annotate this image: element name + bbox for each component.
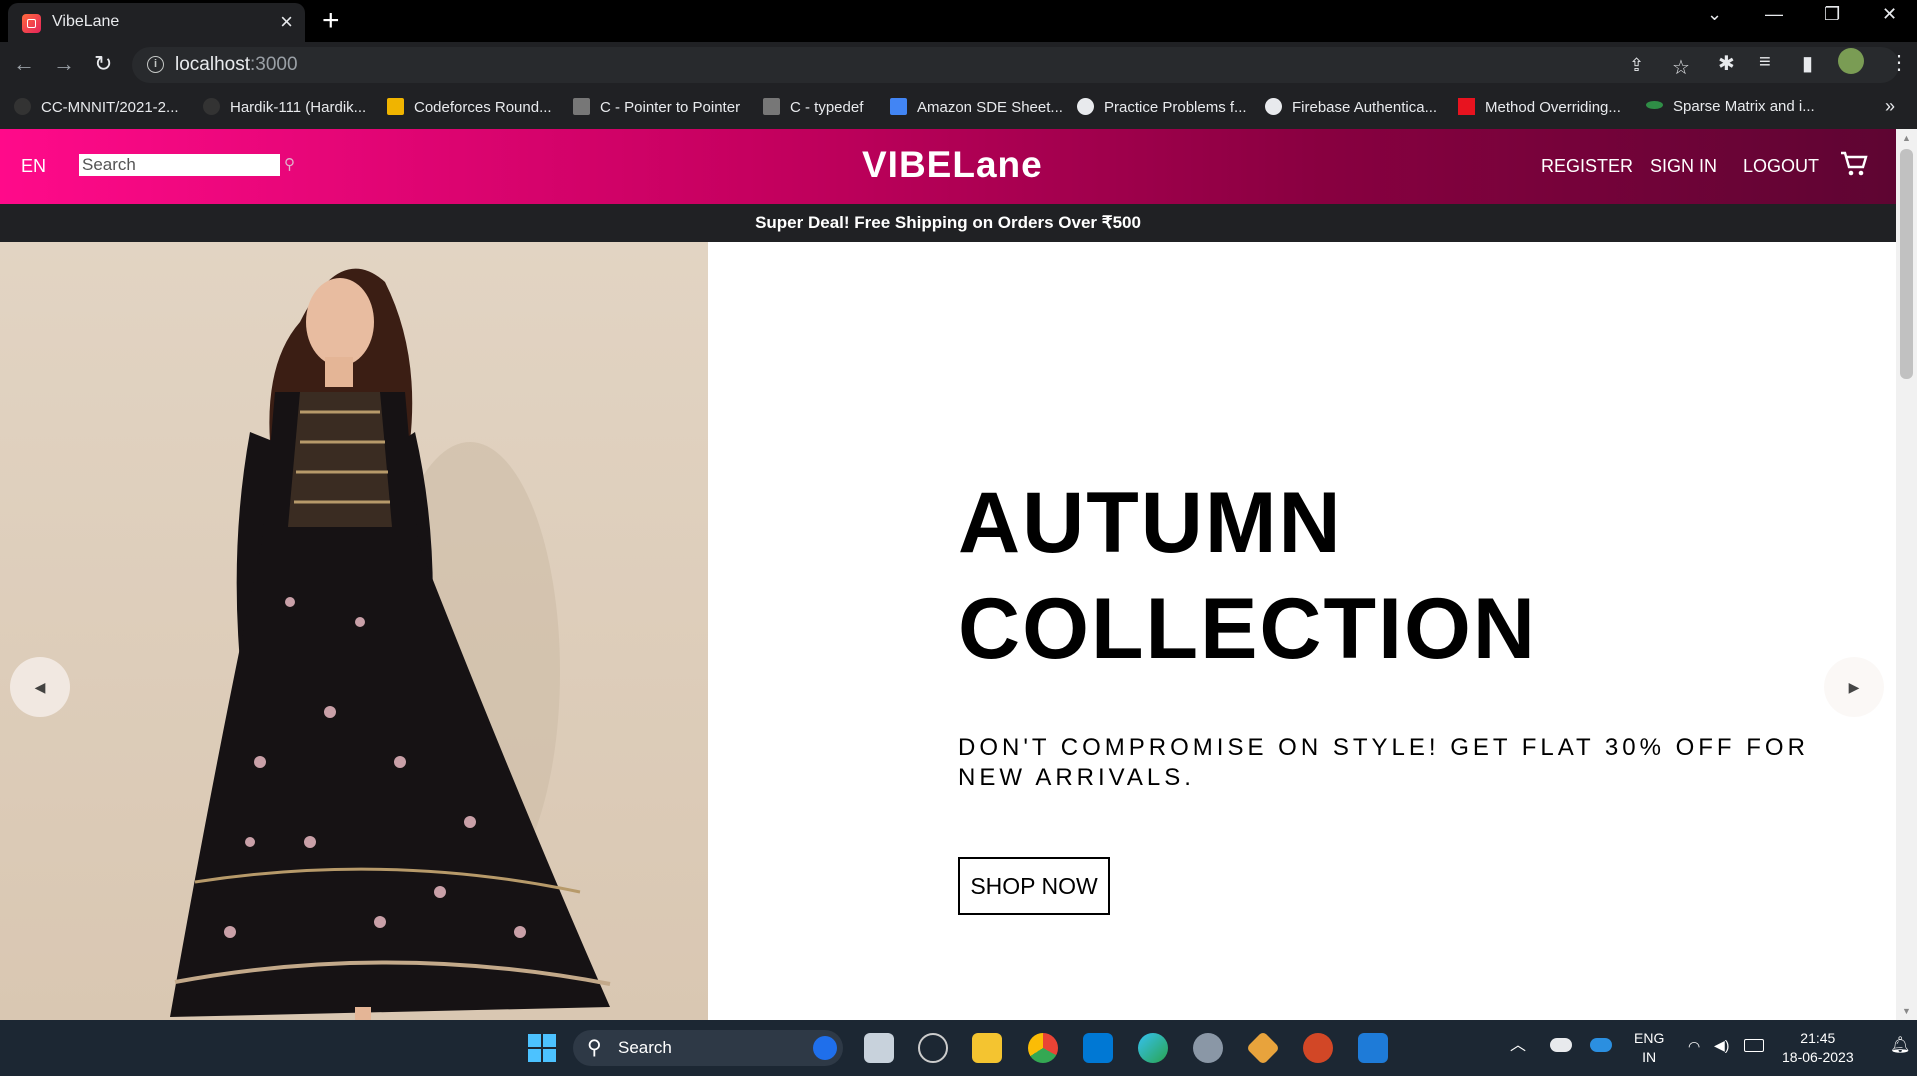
tab-title: VibeLane <box>52 13 120 30</box>
close-tab-icon[interactable]: × <box>280 9 293 35</box>
bookmark-item[interactable]: Sparse Matrix and i... <box>1646 98 1815 115</box>
search-icon: ⚲ <box>587 1037 602 1059</box>
tab-search-chevron-icon[interactable]: ⌄ <box>1707 4 1722 25</box>
page-scrollbar[interactable]: ▲ ▼ <box>1896 129 1917 1020</box>
bookmark-item[interactable]: Practice Problems f... <box>1077 98 1247 116</box>
scroll-down-icon[interactable]: ▼ <box>1902 1006 1911 1016</box>
address-bar[interactable]: i localhost:3000 ⇪ ☆ <box>132 47 1899 83</box>
new-tab-button[interactable]: + <box>322 3 340 39</box>
bookmark-item[interactable]: CC-MNNIT/2021-2... <box>14 98 179 116</box>
onedrive-icon[interactable] <box>1590 1038 1612 1052</box>
close-window-button[interactable]: ✕ <box>1882 4 1897 25</box>
shop-now-button[interactable]: SHOP NOW <box>958 857 1110 915</box>
bookmark-item[interactable]: Amazon SDE Sheet... <box>890 98 1063 116</box>
hero-title: AUTUMN COLLECTION <box>958 470 1537 682</box>
extensions-icon[interactable]: ✱ <box>1718 51 1735 76</box>
scroll-up-icon[interactable]: ▲ <box>1902 133 1911 143</box>
search-icon[interactable]: ⚲ <box>284 155 295 173</box>
tutorial-site-icon <box>763 98 780 115</box>
shopping-cart-icon[interactable] <box>1840 151 1868 182</box>
windows-start-icon[interactable] <box>527 1033 557 1063</box>
windows-taskbar: ⚲ Search ︿ ENG IN ◠ ◀) 21:45 18-06-2023 🔔︎ <box>0 1020 1917 1076</box>
triangle-logo-icon <box>1458 98 1475 115</box>
site-info-icon[interactable]: i <box>147 56 164 73</box>
vibelane-favicon-icon <box>22 14 41 33</box>
bookmark-item[interactable]: Firebase Authentica... <box>1265 98 1437 116</box>
bookmarks-overflow-icon[interactable]: » <box>1885 96 1895 117</box>
task-view-icon[interactable] <box>864 1033 894 1063</box>
file-explorer-icon[interactable] <box>972 1033 1002 1063</box>
settings-icon[interactable] <box>1193 1033 1223 1063</box>
codeforces-icon <box>387 98 404 115</box>
edge-icon[interactable] <box>1138 1033 1168 1063</box>
hero-title-line2: COLLECTION <box>958 581 1537 677</box>
language-label: EN <box>21 156 47 176</box>
bookmark-item[interactable]: Codeforces Round... <box>387 98 552 116</box>
profile-avatar[interactable] <box>1838 48 1864 74</box>
hero-product-image <box>0 242 708 1020</box>
bing-icon[interactable] <box>813 1036 837 1060</box>
sign-in-link[interactable]: SIGN IN <box>1650 156 1717 177</box>
announcement-bar: Super Deal! Free Shipping on Orders Over… <box>0 204 1896 242</box>
browser-tab-strip: VibeLane × + ⌄ — ❐ ✕ <box>0 0 1917 42</box>
git-icon[interactable] <box>1246 1031 1280 1065</box>
browser-menu-icon[interactable]: ⋮ <box>1889 50 1909 75</box>
caret-right-icon: ▶ <box>1848 678 1860 695</box>
globe-icon <box>1265 98 1282 115</box>
google-docs-icon <box>890 98 907 115</box>
caret-left-icon: ◀ <box>34 678 46 695</box>
hero-description: DON'T COMPROMISE ON STYLE! GET FLAT 30% … <box>958 734 1809 791</box>
vscode-icon[interactable] <box>1083 1033 1113 1063</box>
taskbar-search-label: Search <box>618 1038 672 1057</box>
obs-icon[interactable] <box>918 1033 948 1063</box>
hero-slider: ◀ ▶ AUTUMN COLLECTION DON'T COMPROMISE O… <box>0 242 1896 1020</box>
reading-list-icon[interactable]: ≡ <box>1759 51 1771 74</box>
tray-chevron-up-icon[interactable]: ︿ <box>1510 1036 1526 1055</box>
site-logo[interactable]: VIBELane <box>862 144 1043 186</box>
search-input[interactable] <box>79 154 280 176</box>
slider-prev-button[interactable]: ◀ <box>10 657 70 717</box>
battery-icon[interactable] <box>1744 1039 1764 1052</box>
notification-bell-icon[interactable]: 🔔︎ <box>1890 1036 1910 1055</box>
url-text: localhost:3000 <box>175 54 298 75</box>
github-icon <box>203 98 220 115</box>
reload-button[interactable]: ↻ <box>94 51 112 77</box>
bookmark-item[interactable]: Method Overriding... <box>1458 98 1621 116</box>
powerpoint-icon[interactable] <box>1303 1033 1333 1063</box>
volume-icon[interactable]: ◀) <box>1714 1036 1729 1055</box>
site-header: EN ⚲ VIBELane REGISTER SIGN IN LOGOUT <box>0 129 1896 204</box>
forward-button[interactable]: → <box>53 51 75 77</box>
whiteboard-icon[interactable] <box>1358 1033 1388 1063</box>
register-link[interactable]: REGISTER <box>1541 156 1633 177</box>
bookmark-star-icon[interactable]: ☆ <box>1672 55 1690 80</box>
bookmark-item[interactable]: Hardik-111 (Hardik... <box>203 98 366 116</box>
globe-icon <box>1077 98 1094 115</box>
tutorial-site-icon <box>573 98 590 115</box>
search-container: ⚲ <box>79 154 295 176</box>
wifi-icon[interactable]: ◠ <box>1688 1037 1700 1056</box>
hero-title-line1: AUTUMN <box>958 475 1343 571</box>
browser-tab[interactable]: VibeLane × <box>8 3 305 42</box>
bookmark-item[interactable]: C - typedef <box>763 98 863 116</box>
onedrive-personal-icon[interactable] <box>1550 1038 1572 1052</box>
geeksforgeeks-icon <box>1646 101 1663 109</box>
scrollbar-thumb[interactable] <box>1900 149 1913 379</box>
restore-button[interactable]: ❐ <box>1824 4 1840 25</box>
side-panel-icon[interactable]: ▮ <box>1802 51 1813 76</box>
back-button[interactable]: ← <box>13 51 35 77</box>
minimize-button[interactable]: — <box>1765 4 1783 25</box>
input-language[interactable]: ENG IN <box>1634 1029 1664 1067</box>
clock[interactable]: 21:45 18-06-2023 <box>1782 1029 1854 1067</box>
logout-link[interactable]: LOGOUT <box>1743 156 1819 177</box>
taskbar-search[interactable]: ⚲ Search <box>573 1030 843 1066</box>
bookmarks-bar: CC-MNNIT/2021-2... Hardik-111 (Hardik...… <box>0 88 1917 129</box>
browser-toolbar: ← → ↻ i localhost:3000 ⇪ ☆ ✱ ≡ ▮ ⋮ <box>0 42 1917 88</box>
share-icon[interactable]: ⇪ <box>1629 55 1644 76</box>
chrome-icon[interactable] <box>1028 1033 1058 1063</box>
github-icon <box>14 98 31 115</box>
slider-next-button[interactable]: ▶ <box>1824 657 1884 717</box>
bookmark-item[interactable]: C - Pointer to Pointer <box>573 98 740 116</box>
